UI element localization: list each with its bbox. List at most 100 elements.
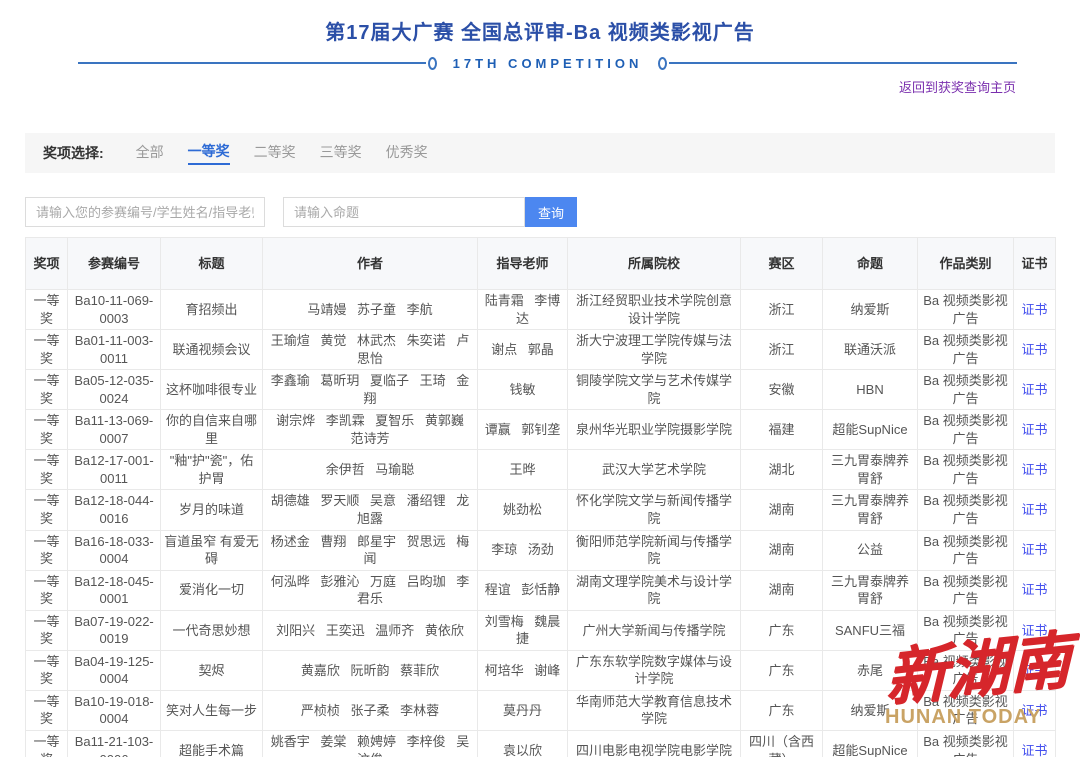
certificate-link[interactable]: 证书 bbox=[1021, 382, 1047, 397]
certificate-cell: 证书 bbox=[1014, 330, 1056, 370]
authors-cell: 谢宗烨 李凯霖 夏智乐 黄郭巍 范诗芳 bbox=[263, 410, 478, 450]
back-to-query-home-link[interactable]: 返回到获奖查询主页 bbox=[899, 80, 1016, 95]
authors-cell: 胡德雄 罗天顺 吴意 潘绍锂 龙旭露 bbox=[263, 490, 478, 530]
tab-third-prize[interactable]: 三等奖 bbox=[320, 142, 362, 164]
authors-cell: 严桢桢 张子柔 李林蓉 bbox=[263, 690, 478, 730]
certificate-link[interactable]: 证书 bbox=[1021, 302, 1047, 317]
entry-code-cell: Ba11-13-069-0007 bbox=[68, 410, 161, 450]
school-cell: 衡阳师范学院新闻与传播学院 bbox=[568, 530, 741, 570]
certificate-cell: 证书 bbox=[1014, 650, 1056, 690]
tab-second-prize[interactable]: 二等奖 bbox=[254, 142, 296, 164]
certificate-link[interactable]: 证书 bbox=[1021, 663, 1047, 678]
topic-cell: SANFU三福 bbox=[823, 610, 918, 650]
entry-code-cell: Ba12-17-001-0011 bbox=[68, 450, 161, 490]
award-cell: 一等奖 bbox=[26, 370, 68, 410]
authors-cell: 刘阳兴 王奕迅 温师齐 黄依欣 bbox=[263, 610, 478, 650]
teachers-cell: 陆青霜 李博达 bbox=[478, 290, 568, 330]
region-cell: 湖南 bbox=[741, 490, 823, 530]
region-cell: 浙江 bbox=[741, 290, 823, 330]
award-cell: 一等奖 bbox=[26, 530, 68, 570]
authors-cell: 余伊哲 马瑜聪 bbox=[263, 450, 478, 490]
certificate-cell: 证书 bbox=[1014, 370, 1056, 410]
school-cell: 武汉大学艺术学院 bbox=[568, 450, 741, 490]
award-filter-bar: 奖项选择: 全部 一等奖 二等奖 三等奖 优秀奖 bbox=[25, 133, 1055, 173]
certificate-cell: 证书 bbox=[1014, 410, 1056, 450]
region-cell: 湖南 bbox=[741, 530, 823, 570]
page-title: 第17届大广赛 全国总评审-Ba 视频类影视广告 bbox=[0, 0, 1080, 45]
teachers-cell: 王晔 bbox=[478, 450, 568, 490]
category-cell: Ba 视频类影视广告 bbox=[918, 450, 1014, 490]
divider-circle-left-icon bbox=[428, 57, 437, 70]
certificate-link[interactable]: 证书 bbox=[1021, 703, 1047, 718]
topic-cell: 三九胃泰牌养胃舒 bbox=[823, 570, 918, 610]
col-header-entry-code: 参赛编号 bbox=[68, 238, 161, 290]
col-header-certificate: 证书 bbox=[1014, 238, 1056, 290]
certificate-link[interactable]: 证书 bbox=[1021, 422, 1047, 437]
award-cell: 一等奖 bbox=[26, 570, 68, 610]
tab-all[interactable]: 全部 bbox=[136, 142, 164, 164]
region-cell: 四川（含西藏） bbox=[741, 731, 823, 757]
teachers-cell: 刘雪梅 魏晨捷 bbox=[478, 610, 568, 650]
authors-cell: 王瑜煊 黄觉 林武杰 朱奕诺 卢思怡 bbox=[263, 330, 478, 370]
award-filter-label: 奖项选择: bbox=[43, 143, 104, 163]
school-cell: 怀化学院文学与新闻传播学院 bbox=[568, 490, 741, 530]
award-cell: 一等奖 bbox=[26, 410, 68, 450]
col-header-authors: 作者 bbox=[263, 238, 478, 290]
topic-cell: 三九胃泰牌养胃舒 bbox=[823, 450, 918, 490]
page-subtitle: 17TH COMPETITION bbox=[453, 56, 643, 71]
school-cell: 浙大宁波理工学院传媒与法学院 bbox=[568, 330, 741, 370]
certificate-link[interactable]: 证书 bbox=[1021, 582, 1047, 597]
certificate-cell: 证书 bbox=[1014, 290, 1056, 330]
certificate-link[interactable]: 证书 bbox=[1021, 342, 1047, 357]
certificate-link[interactable]: 证书 bbox=[1021, 623, 1047, 638]
category-cell: Ba 视频类影视广告 bbox=[918, 650, 1014, 690]
authors-cell: 马靖嫚 苏子童 李航 bbox=[263, 290, 478, 330]
tab-excellent-prize[interactable]: 优秀奖 bbox=[386, 142, 428, 164]
title-cell: 这杯咖啡很专业 bbox=[161, 370, 263, 410]
col-header-title: 标题 bbox=[161, 238, 263, 290]
teachers-cell: 钱敏 bbox=[478, 370, 568, 410]
award-cell: 一等奖 bbox=[26, 650, 68, 690]
topic-cell: HBN bbox=[823, 370, 918, 410]
award-cell: 一等奖 bbox=[26, 731, 68, 757]
certificate-link[interactable]: 证书 bbox=[1021, 542, 1047, 557]
teachers-cell: 谢点 郭晶 bbox=[478, 330, 568, 370]
region-cell: 湖南 bbox=[741, 570, 823, 610]
award-cell: 一等奖 bbox=[26, 450, 68, 490]
divider-line-left bbox=[78, 62, 426, 64]
school-cell: 四川电影电视学院电影学院 bbox=[568, 731, 741, 757]
teachers-cell: 柯培华 谢峰 bbox=[478, 650, 568, 690]
region-cell: 安徽 bbox=[741, 370, 823, 410]
divider-line-right bbox=[669, 62, 1017, 64]
topic-search-input[interactable] bbox=[283, 197, 525, 227]
topic-cell: 超能SupNice bbox=[823, 731, 918, 757]
table-row: 一等奖 Ba16-18-033-0004 盲道虽窄 有爱无碍 杨述金 曹翔 郎星… bbox=[26, 530, 1056, 570]
certificate-link[interactable]: 证书 bbox=[1021, 743, 1047, 757]
entry-code-cell: Ba16-18-033-0004 bbox=[68, 530, 161, 570]
col-header-category: 作品类别 bbox=[918, 238, 1014, 290]
certificate-link[interactable]: 证书 bbox=[1021, 462, 1047, 477]
query-button[interactable]: 查询 bbox=[525, 197, 577, 227]
entry-code-cell: Ba11-21-103-0006 bbox=[68, 731, 161, 757]
table-row: 一等奖 Ba04-19-125-0004 契烬 黄嘉欣 阮昕韵 蔡菲欣 柯培华 … bbox=[26, 650, 1056, 690]
category-cell: Ba 视频类影视广告 bbox=[918, 290, 1014, 330]
school-cell: 广州大学新闻与传播学院 bbox=[568, 610, 741, 650]
title-cell: 联通视频会议 bbox=[161, 330, 263, 370]
category-cell: Ba 视频类影视广告 bbox=[918, 610, 1014, 650]
table-row: 一等奖 Ba10-19-018-0004 笑对人生每一步 严桢桢 张子柔 李林蓉… bbox=[26, 690, 1056, 730]
school-cell: 广东东软学院数字媒体与设计学院 bbox=[568, 650, 741, 690]
region-cell: 广东 bbox=[741, 610, 823, 650]
keyword-search-input[interactable] bbox=[25, 197, 265, 227]
table-row: 一等奖 Ba12-18-044-0016 岁月的味道 胡德雄 罗天顺 吴意 潘绍… bbox=[26, 490, 1056, 530]
entry-code-cell: Ba12-18-045-0001 bbox=[68, 570, 161, 610]
category-cell: Ba 视频类影视广告 bbox=[918, 530, 1014, 570]
tab-first-prize[interactable]: 一等奖 bbox=[188, 141, 230, 165]
school-cell: 铜陵学院文学与艺术传媒学院 bbox=[568, 370, 741, 410]
table-row: 一等奖 Ba12-17-001-0011 "釉"护"瓷"，佑护胃 余伊哲 马瑜聪… bbox=[26, 450, 1056, 490]
award-cell: 一等奖 bbox=[26, 610, 68, 650]
table-header-row: 奖项 参赛编号 标题 作者 指导老师 所属院校 赛区 命题 作品类别 证书 bbox=[26, 238, 1056, 290]
certificate-cell: 证书 bbox=[1014, 731, 1056, 757]
entry-code-cell: Ba07-19-022-0019 bbox=[68, 610, 161, 650]
certificate-link[interactable]: 证书 bbox=[1021, 502, 1047, 517]
award-cell: 一等奖 bbox=[26, 690, 68, 730]
